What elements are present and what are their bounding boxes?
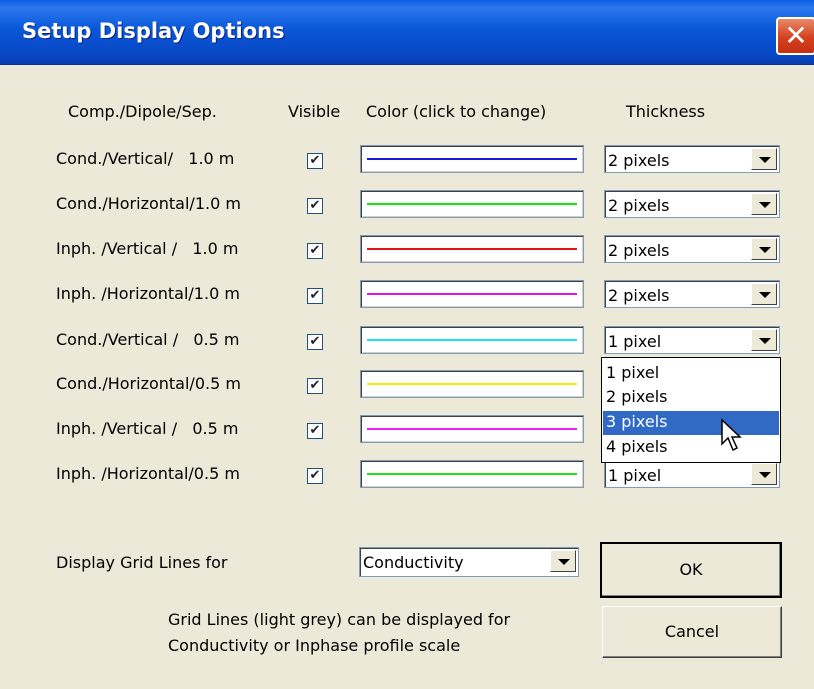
ok-button[interactable]: OK xyxy=(600,542,782,598)
chevron-down-icon[interactable] xyxy=(751,283,777,305)
color-swatch-button[interactable] xyxy=(360,235,584,263)
thickness-value: 2 pixels xyxy=(608,241,670,260)
header-comp-dipole-sep: Comp./Dipole/Sep. xyxy=(68,102,217,121)
visible-checkbox[interactable]: ✔ xyxy=(307,378,323,394)
close-icon[interactable]: ✕ xyxy=(776,17,814,55)
visible-checkbox[interactable]: ✔ xyxy=(307,243,323,259)
chevron-down-icon[interactable] xyxy=(751,148,777,170)
thickness-value: 2 pixels xyxy=(608,196,670,215)
thickness-select[interactable]: 2 pixels xyxy=(604,280,780,308)
color-line xyxy=(367,473,577,475)
row-label: Cond./Vertical/ 1.0 m xyxy=(56,149,235,168)
thickness-select[interactable]: 1 pixel xyxy=(604,460,780,488)
thickness-value: 1 pixel xyxy=(608,332,662,351)
grid-note-line-2: Conductivity or Inphase profile scale xyxy=(168,636,461,655)
row-label: Inph. /Vertical / 0.5 m xyxy=(56,419,239,438)
color-line xyxy=(367,339,577,341)
grid-lines-select[interactable]: Conductivity xyxy=(359,547,579,577)
thickness-select[interactable]: 2 pixels xyxy=(604,235,780,263)
chevron-down-icon[interactable] xyxy=(751,193,777,215)
title-bar[interactable]: Setup Display Options ✕ xyxy=(0,0,814,65)
color-swatch-button[interactable] xyxy=(360,145,584,173)
color-line xyxy=(367,203,577,205)
grid-note-line-1: Grid Lines (light grey) can be displayed… xyxy=(168,610,511,629)
grid-lines-label: Display Grid Lines for xyxy=(56,553,228,572)
chevron-down-icon[interactable] xyxy=(550,550,576,572)
dropdown-option[interactable]: 1 pixel xyxy=(603,362,779,386)
thickness-value: 2 pixels xyxy=(608,151,670,170)
chevron-down-icon[interactable] xyxy=(751,238,777,260)
thickness-select[interactable]: 1 pixel xyxy=(604,326,780,354)
color-line xyxy=(367,428,577,430)
dropdown-option[interactable]: 4 pixels xyxy=(603,436,779,460)
row-label: Inph. /Horizontal/1.0 m xyxy=(56,284,240,303)
cancel-button[interactable]: Cancel xyxy=(602,606,782,658)
chevron-down-icon[interactable] xyxy=(751,329,777,351)
color-swatch-button[interactable] xyxy=(360,280,584,308)
thickness-value: 1 pixel xyxy=(608,466,662,485)
color-swatch-button[interactable] xyxy=(360,326,584,354)
row-label: Cond./Horizontal/0.5 m xyxy=(56,374,241,393)
row-label: Cond./Vertical / 0.5 m xyxy=(56,330,240,349)
header-visible: Visible xyxy=(288,102,341,121)
grid-lines-value: Conductivity xyxy=(363,553,464,572)
header-color: Color (click to change) xyxy=(366,102,547,121)
visible-checkbox[interactable]: ✔ xyxy=(307,334,323,350)
color-line xyxy=(367,293,577,295)
header-thickness: Thickness xyxy=(626,102,706,121)
color-swatch-button[interactable] xyxy=(360,190,584,218)
mouse-cursor-icon xyxy=(721,418,742,452)
color-swatch-button[interactable] xyxy=(360,460,584,488)
visible-checkbox[interactable]: ✔ xyxy=(307,468,323,484)
row-label: Inph. /Vertical / 1.0 m xyxy=(56,239,239,258)
visible-checkbox[interactable]: ✔ xyxy=(307,288,323,304)
window-title: Setup Display Options xyxy=(22,19,285,43)
visible-checkbox[interactable]: ✔ xyxy=(307,423,323,439)
thickness-value: 2 pixels xyxy=(608,286,670,305)
color-swatch-button[interactable] xyxy=(360,370,584,398)
chevron-down-icon[interactable] xyxy=(751,463,777,485)
row-label: Inph. /Horizontal/0.5 m xyxy=(56,464,240,483)
color-swatch-button[interactable] xyxy=(360,415,584,443)
visible-checkbox[interactable]: ✔ xyxy=(307,198,323,214)
dropdown-option[interactable]: 2 pixels xyxy=(603,386,779,410)
row-label: Cond./Horizontal/1.0 m xyxy=(56,194,241,213)
color-line xyxy=(367,383,577,385)
dropdown-option-highlighted[interactable]: 3 pixels xyxy=(603,411,779,435)
color-line xyxy=(367,158,577,160)
thickness-select[interactable]: 2 pixels xyxy=(604,145,780,173)
thickness-dropdown-list[interactable]: 1 pixel 2 pixels 3 pixels 4 pixels xyxy=(601,357,781,463)
visible-checkbox[interactable]: ✔ xyxy=(307,153,323,169)
thickness-select[interactable]: 2 pixels xyxy=(604,190,780,218)
color-line xyxy=(367,248,577,250)
